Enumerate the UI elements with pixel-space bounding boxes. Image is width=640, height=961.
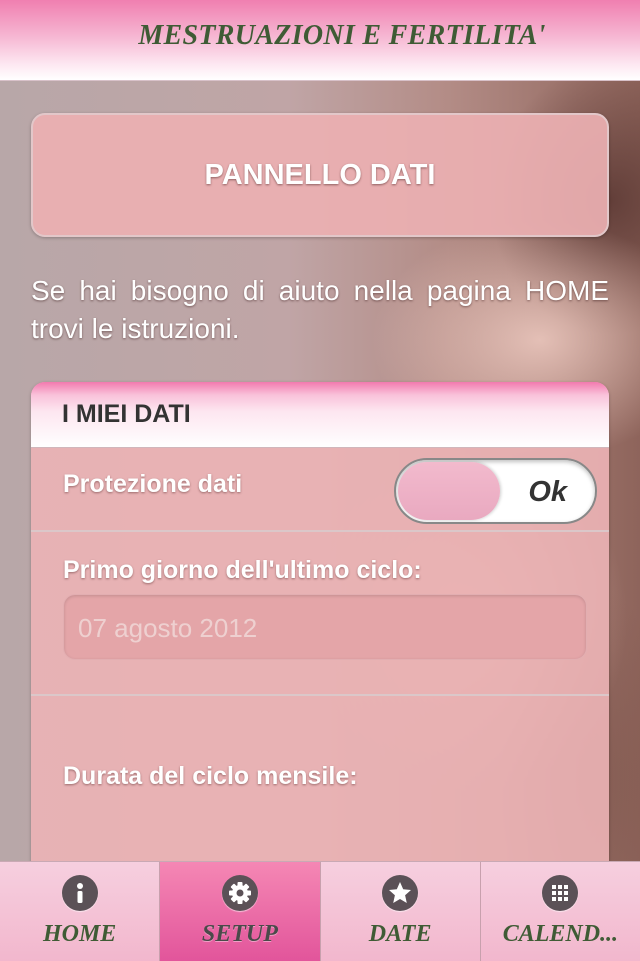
tab-calendar[interactable]: CALEND... [481,862,640,961]
cycle-duration-row: Durata del ciclo mensile: 28 [31,696,609,882]
cycle-duration-label: Durata del ciclo mensile: [63,762,358,790]
my-data-section: I MIEI DATI Protezione dati Ok Primo gio… [31,382,609,882]
info-icon [61,875,98,911]
help-text: Se hai bisogno di aiuto nella pagina HOM… [31,275,609,344]
gear-icon [221,875,258,911]
toggle-knob[interactable] [398,462,500,520]
section-header: I MIEI DATI [31,382,609,448]
protection-label: Protezione dati [63,470,243,498]
app-title: MESTRUAZIONI E FERTILITA' [138,20,546,51]
tab-calendar-label: CALEND... [502,921,619,947]
tab-bar: HOME SETUP DATE CALEND... [0,861,640,961]
app-header: MESTRUAZIONI E FERTILITA' [0,0,640,81]
tab-date[interactable]: DATE [321,862,481,961]
first-day-label: Primo giorno dell'ultimo ciclo: [63,556,422,584]
tab-home-label: HOME [42,921,117,947]
tab-setup-label: SETUP [201,921,278,947]
tab-date-label: DATE [368,921,432,947]
grid-icon [542,875,579,911]
section-title: I MIEI DATI [62,400,191,428]
tab-home[interactable]: HOME [0,862,161,961]
protection-row: Protezione dati Ok [31,448,609,532]
protection-toggle[interactable]: Ok [394,458,597,524]
data-panel-title: PANNELLO DATI [204,158,436,191]
toggle-ok-text: Ok [528,476,567,508]
tab-setup[interactable]: SETUP [160,862,321,961]
first-day-field[interactable]: 07 agosto 2012 [63,594,587,660]
data-panel-button[interactable]: PANNELLO DATI [31,113,609,237]
star-icon [382,875,419,911]
first-day-row: Primo giorno dell'ultimo ciclo: 07 agost… [31,532,609,696]
